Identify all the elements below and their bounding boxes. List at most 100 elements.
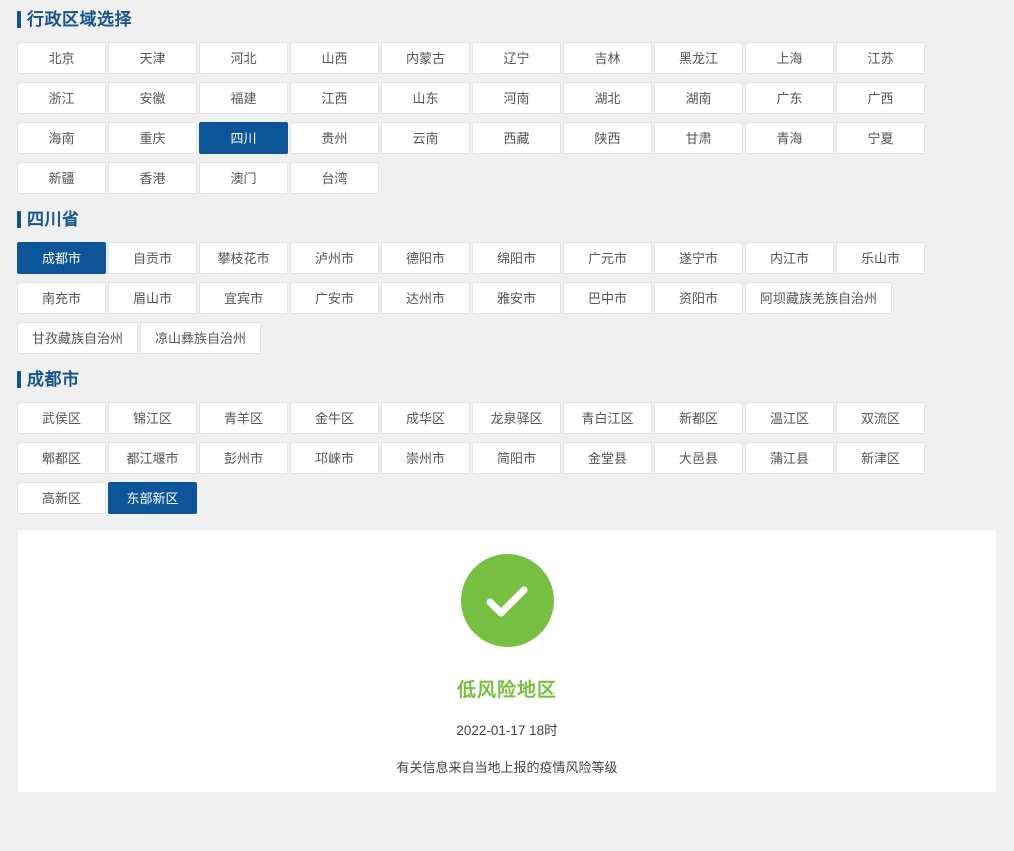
city-button-20[interactable]: 凉山彝族自治州	[140, 322, 262, 354]
city-button-18[interactable]: 阿坝藏族羌族自治州	[745, 282, 893, 314]
district-button-4[interactable]: 成华区	[381, 402, 470, 434]
city-header-spacer	[0, 228, 1014, 242]
province-button-0[interactable]: 北京	[17, 42, 106, 74]
district-button-19[interactable]: 新津区	[836, 442, 925, 474]
province-button-14[interactable]: 山东	[381, 82, 470, 114]
city-section-header: 四川省	[0, 211, 1014, 228]
city-button-19[interactable]: 甘孜藏族自治州	[17, 322, 139, 354]
province-button-20[interactable]: 海南	[17, 122, 106, 154]
city-button-12[interactable]: 宜宾市	[199, 282, 288, 314]
risk-result-card: 低风险地区 2022-01-17 18时 有关信息来自当地上报的疫情风险等级	[18, 530, 996, 792]
province-button-21[interactable]: 重庆	[108, 122, 197, 154]
province-button-13[interactable]: 江西	[290, 82, 379, 114]
province-button-16[interactable]: 湖北	[563, 82, 652, 114]
province-button-4[interactable]: 内蒙古	[381, 42, 470, 74]
province-button-6[interactable]: 吉林	[563, 42, 652, 74]
city-button-16[interactable]: 巴中市	[563, 282, 652, 314]
province-section-header: 行政区域选择	[0, 11, 1014, 28]
province-button-12[interactable]: 福建	[199, 82, 288, 114]
province-button-17[interactable]: 湖南	[654, 82, 743, 114]
city-button-13[interactable]: 广安市	[290, 282, 379, 314]
district-button-17[interactable]: 大邑县	[654, 442, 743, 474]
district-button-3[interactable]: 金牛区	[290, 402, 379, 434]
district-button-18[interactable]: 蒲江县	[745, 442, 834, 474]
province-header-spacer	[0, 28, 1014, 42]
province-button-19[interactable]: 广西	[836, 82, 925, 114]
city-button-14[interactable]: 达州市	[381, 282, 470, 314]
city-button-15[interactable]: 雅安市	[472, 282, 561, 314]
risk-note: 有关信息来自当地上报的疫情风险等级	[396, 760, 618, 775]
province-button-1[interactable]: 天津	[108, 42, 197, 74]
province-button-2[interactable]: 河北	[199, 42, 288, 74]
city-button-11[interactable]: 眉山市	[108, 282, 197, 314]
province-button-29[interactable]: 宁夏	[836, 122, 925, 154]
province-button-grid: 北京 天津 河北 山西 内蒙古 辽宁 吉林 黑龙江 上海 江苏浙江 安徽 福建 江西 山东 河南 湖北 湖南 广东…	[0, 42, 1014, 202]
province-button-30[interactable]: 新疆	[17, 162, 106, 194]
district-button-20[interactable]: 高新区	[17, 482, 106, 514]
province-button-32[interactable]: 澳门	[199, 162, 288, 194]
district-group-gap	[0, 362, 1014, 371]
province-button-25[interactable]: 西藏	[472, 122, 561, 154]
province-section-title: 行政区域选择	[27, 10, 132, 29]
province-button-8[interactable]: 上海	[745, 42, 834, 74]
region-risk-query-page: 行政区域选择 北京 天津 河北 山西 内蒙古 辽宁 吉林 黑龙江 上海 江苏浙江 安徽 福建 江西 山东河…	[0, 0, 1014, 851]
province-button-24[interactable]: 云南	[381, 122, 470, 154]
city-button-10[interactable]: 南充市	[17, 282, 106, 314]
province-button-22[interactable]: 四川	[199, 122, 288, 154]
city-section-title: 四川省	[27, 210, 80, 229]
province-button-11[interactable]: 安徽	[108, 82, 197, 114]
province-button-9[interactable]: 江苏	[836, 42, 925, 74]
city-button-5[interactable]: 绵阳市	[472, 242, 561, 274]
section-accent-bar	[17, 371, 21, 388]
district-button-7[interactable]: 新都区	[654, 402, 743, 434]
province-button-10[interactable]: 浙江	[17, 82, 106, 114]
district-button-5[interactable]: 龙泉驿区	[472, 402, 561, 434]
city-button-17[interactable]: 资阳市	[654, 282, 743, 314]
district-button-grid: 武侯区 锦江区 青羊区 金牛区 成华区 龙泉驿区 青白江区 新都区 温江区 双流区郫都区 都江堰市彭…	[0, 402, 1014, 522]
district-button-13[interactable]: 邛崃市	[290, 442, 379, 474]
city-button-9[interactable]: 乐山市	[836, 242, 925, 274]
city-button-1[interactable]: 自贡市	[108, 242, 197, 274]
district-button-9[interactable]: 双流区	[836, 402, 925, 434]
district-section-header: 成都市	[0, 371, 1014, 388]
province-button-5[interactable]: 辽宁	[472, 42, 561, 74]
district-button-10[interactable]: 郫都区	[17, 442, 106, 474]
check-circle-icon	[460, 554, 554, 647]
city-button-0[interactable]: 成都市	[17, 242, 106, 274]
city-button-7[interactable]: 遂宁市	[654, 242, 743, 274]
province-button-27[interactable]: 甘肃	[654, 122, 743, 154]
province-button-3[interactable]: 山西	[290, 42, 379, 74]
district-button-0[interactable]: 武侯区	[17, 402, 106, 434]
province-button-18[interactable]: 广东	[745, 82, 834, 114]
district-button-8[interactable]: 温江区	[745, 402, 834, 434]
city-button-4[interactable]: 德阳市	[381, 242, 470, 274]
province-button-26[interactable]: 陕西	[563, 122, 652, 154]
province-button-28[interactable]: 青海	[745, 122, 834, 154]
district-header-spacer	[0, 388, 1014, 402]
district-button-12[interactable]: 彭州市	[199, 442, 288, 474]
province-button-23[interactable]: 贵州	[290, 122, 379, 154]
district-button-2[interactable]: 青羊区	[199, 402, 288, 434]
section-accent-bar	[17, 211, 21, 228]
top-spacer	[0, 0, 1014, 11]
district-button-16[interactable]: 金堂县	[563, 442, 652, 474]
risk-level-label: 低风险地区	[456, 680, 557, 701]
district-button-11[interactable]: 都江堰市	[108, 442, 197, 474]
district-button-15[interactable]: 简阳市	[472, 442, 561, 474]
province-button-33[interactable]: 台湾	[290, 162, 379, 194]
city-button-6[interactable]: 广元市	[563, 242, 652, 274]
province-button-15[interactable]: 河南	[472, 82, 561, 114]
district-section-title: 成都市	[27, 370, 80, 389]
city-button-grid: 成都市 自贡市 攀枝花市 泸州市 德阳市 绵阳市 广元市 遂宁市 内江市 乐山市南充市 眉山市 宜宾市…	[0, 242, 1014, 362]
city-group-gap	[0, 202, 1014, 211]
risk-timestamp: 2022-01-17 18时	[456, 723, 558, 738]
city-button-3[interactable]: 泸州市	[290, 242, 379, 274]
district-button-6[interactable]: 青白江区	[563, 402, 652, 434]
province-button-7[interactable]: 黑龙江	[654, 42, 743, 74]
district-button-1[interactable]: 锦江区	[108, 402, 197, 434]
city-button-8[interactable]: 内江市	[745, 242, 834, 274]
district-button-14[interactable]: 崇州市	[381, 442, 470, 474]
province-button-31[interactable]: 香港	[108, 162, 197, 194]
city-button-2[interactable]: 攀枝花市	[199, 242, 288, 274]
district-button-21[interactable]: 东部新区	[108, 482, 197, 514]
